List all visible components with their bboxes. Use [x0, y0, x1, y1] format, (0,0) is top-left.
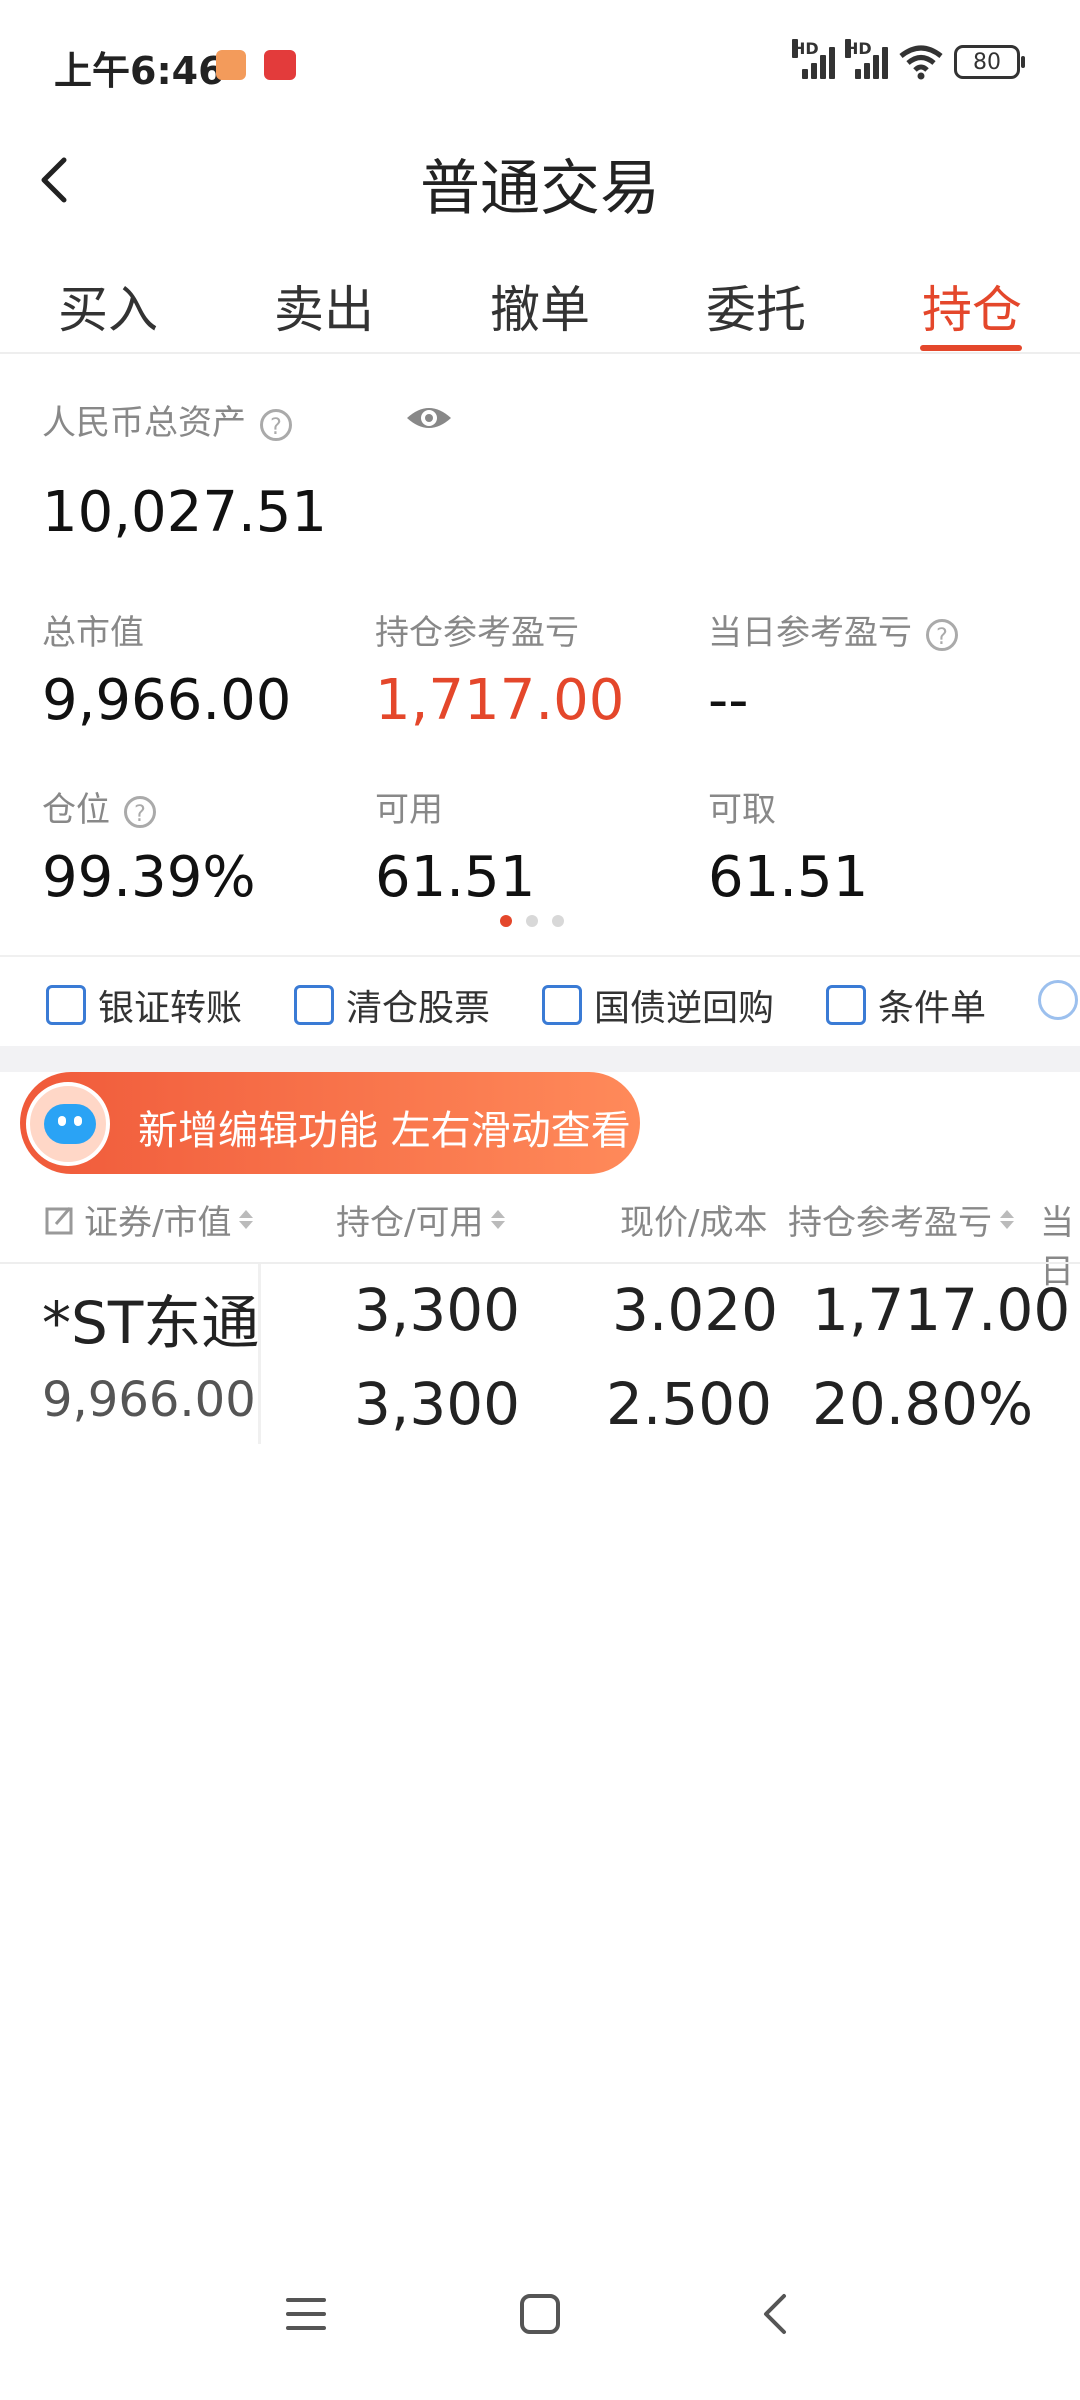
help-icon[interactable]: ?	[260, 408, 292, 441]
stock-pl-percent: 20.80%	[812, 1370, 1034, 1438]
help-icon[interactable]: ?	[124, 795, 156, 828]
app-notification-icon	[264, 50, 296, 80]
sort-icon	[491, 1210, 506, 1229]
withdrawable-label: 可取	[708, 790, 776, 830]
tab-buy[interactable]: 买入	[58, 270, 158, 342]
available-value: 61.51	[375, 845, 536, 910]
app-notification-icon	[216, 50, 246, 80]
eye-icon[interactable]	[404, 398, 454, 438]
position-pl-value: 1,717.00	[375, 668, 625, 733]
quick-action-transfer[interactable]: 银证转账	[46, 975, 242, 1035]
divider	[0, 955, 1080, 957]
daily-pl-value: --	[708, 668, 749, 733]
repo-icon	[542, 985, 582, 1025]
signal-icon: HD	[792, 39, 835, 79]
position-ratio-label: 仓位?	[42, 782, 156, 831]
sort-icon	[1000, 1210, 1014, 1229]
daily-pl-label: 当日参考盈亏?	[708, 605, 958, 654]
banner-text: 新增编辑功能 左右滑动查看	[138, 1108, 631, 1154]
column-header-position[interactable]: 持仓/可用	[336, 1195, 506, 1244]
page-indicator	[500, 915, 564, 927]
page-dot	[500, 915, 512, 927]
quick-action-condition-order[interactable]: 条件单	[826, 975, 986, 1035]
quick-action-reverse-repo[interactable]: 国债逆回购	[542, 975, 774, 1035]
stock-price: 3.020	[612, 1276, 779, 1344]
column-header-pl[interactable]: 持仓参考盈亏	[788, 1195, 1014, 1244]
market-value-label: 总市值	[42, 613, 144, 653]
divider	[0, 352, 1080, 354]
battery-icon: 80	[954, 45, 1025, 79]
signal-icon: HD	[845, 39, 888, 79]
condition-icon	[826, 985, 866, 1025]
page-title: 普通交易	[420, 154, 660, 224]
position-pl-label: 持仓参考盈亏	[375, 613, 579, 653]
tab-orders[interactable]: 委托	[706, 270, 806, 342]
market-value: 9,966.00	[42, 668, 292, 733]
total-assets-label: 人民币总资产?	[42, 395, 292, 444]
stock-position: 3,300	[354, 1276, 521, 1344]
back-icon[interactable]	[754, 2292, 798, 2336]
edit-icon[interactable]	[44, 1204, 76, 1236]
position-ratio-value: 99.39%	[42, 845, 256, 910]
stock-name: *ST东通	[42, 1289, 260, 1357]
wifi-icon	[899, 45, 943, 80]
sort-icon	[239, 1210, 254, 1229]
help-icon[interactable]: ?	[926, 618, 958, 651]
total-assets-value: 10,027.51	[42, 480, 328, 545]
stock-available: 3,300	[354, 1370, 521, 1438]
tab-bar: 买入 卖出 撤单 委托 持仓	[0, 270, 1080, 354]
page-dot	[526, 915, 538, 927]
page-dot	[552, 915, 564, 927]
status-indicators: HD HD 80	[792, 39, 1025, 80]
tab-sell[interactable]: 卖出	[274, 270, 374, 342]
column-header-security[interactable]: 证券/市值	[44, 1195, 254, 1244]
transfer-icon	[46, 985, 86, 1025]
stock-pl: 1,717.00	[812, 1276, 1071, 1344]
quick-action-clear-stock[interactable]: 清仓股票	[294, 975, 490, 1035]
available-label: 可用	[375, 790, 443, 830]
stock-market-value: 9,966.00	[42, 1372, 256, 1428]
menu-icon[interactable]	[284, 2292, 328, 2336]
tab-cancel[interactable]: 撤单	[490, 270, 590, 342]
tab-positions[interactable]: 持仓	[922, 270, 1022, 342]
active-tab-indicator	[920, 345, 1022, 351]
status-time: 上午6:46	[54, 49, 225, 93]
column-header-price[interactable]: 现价/成本	[620, 1195, 767, 1244]
stock-cost: 2.500	[606, 1370, 773, 1438]
chart-icon	[294, 985, 334, 1025]
withdrawable-value: 61.51	[708, 845, 869, 910]
more-action-icon[interactable]	[1038, 980, 1078, 1020]
home-icon[interactable]	[518, 2292, 562, 2336]
robot-face-icon	[44, 1104, 96, 1144]
section-separator	[0, 1046, 1080, 1072]
